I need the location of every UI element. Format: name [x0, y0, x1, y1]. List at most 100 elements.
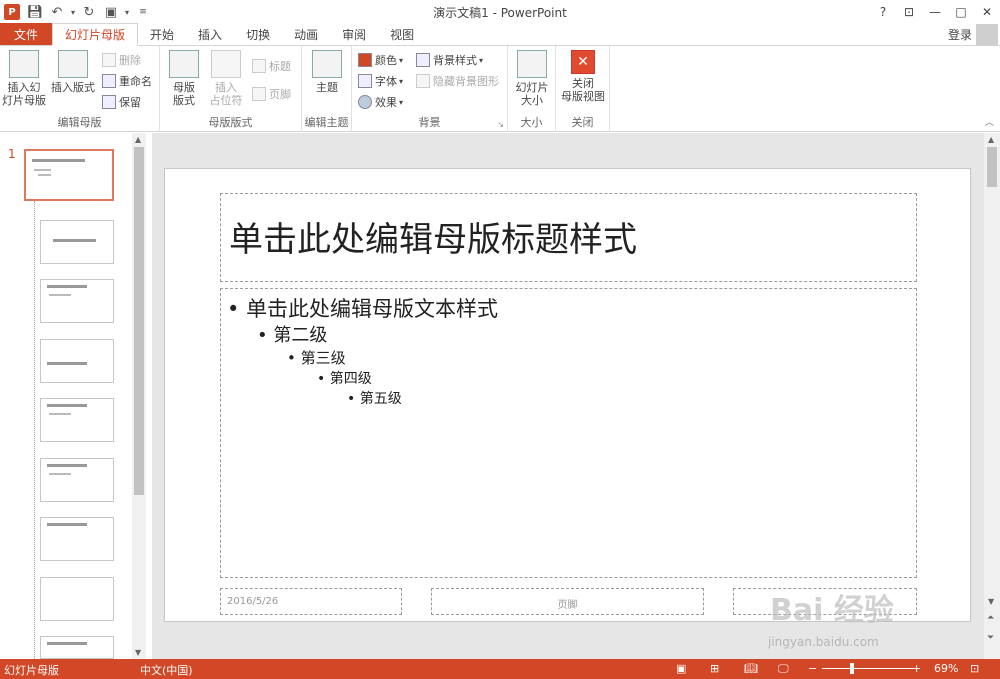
scrollbar-thumb[interactable] [987, 147, 997, 187]
checkbox-icon [416, 74, 430, 88]
zoom-in-icon[interactable]: + [912, 662, 921, 675]
title-placeholder[interactable]: 单击此处编辑母版标题样式 [220, 193, 917, 282]
scroll-up-icon[interactable]: ▲ [135, 135, 141, 144]
status-bar: 幻灯片母版 中文(中国) ▣ ⊞ 📖︎ 🖵︎ − + 69% ⊡ [0, 659, 1000, 679]
fonts-icon [358, 74, 372, 88]
checkbox-icon [252, 59, 266, 73]
slide-size-button[interactable]: 幻灯片 大小 [512, 50, 552, 107]
help-button[interactable]: ? [870, 0, 896, 24]
title-checkbox[interactable]: 标题 [252, 57, 291, 75]
reading-view-icon[interactable]: 📖︎ [744, 662, 758, 675]
rename-button[interactable]: 重命名 [102, 72, 152, 90]
level-4-text: 第四级 [329, 371, 372, 387]
hide-background-label: 隐藏背景图形 [433, 75, 499, 88]
ribbon-display-button[interactable]: ⊡ [896, 0, 922, 24]
scroll-down-icon[interactable]: ▼ [988, 597, 994, 606]
fonts-button[interactable]: 字体 ▾ [358, 72, 403, 90]
tab-slide-master[interactable]: 幻灯片母版 [52, 23, 139, 46]
insert-slide-master-icon [9, 50, 39, 78]
canvas-scrollbar[interactable]: ▲ ▼ ⏶ ⏷ [984, 133, 1000, 659]
slideshow-icon[interactable]: 🖵︎ [778, 662, 789, 676]
group-size: 幻灯片 大小 大小 [508, 46, 556, 132]
status-language[interactable]: 中文(中国) [140, 662, 193, 678]
collapse-ribbon-icon[interactable]: ︿ [985, 115, 994, 128]
thumbnail-layout[interactable] [40, 636, 114, 659]
delete-label: 删除 [119, 54, 141, 67]
watermark-logo: Bai 经验 [770, 593, 894, 628]
preserve-button[interactable]: 保留 [102, 93, 141, 111]
tab-review[interactable]: 审阅 [330, 23, 378, 45]
slide-sorter-icon[interactable]: ⊞ [710, 662, 719, 675]
scroll-up-icon[interactable]: ▲ [988, 135, 994, 144]
zoom-level[interactable]: 69% [934, 662, 958, 675]
minimize-button[interactable]: — [922, 0, 948, 24]
close-master-view-button[interactable]: ✕ 关闭 母版视图 [559, 50, 607, 103]
watermark-url: jingyan.baidu.com [768, 635, 879, 649]
next-slide-icon[interactable]: ⏷ [987, 633, 994, 643]
bullet-level-1[interactable]: • 单击此处编辑母版文本样式 [227, 293, 498, 323]
previous-slide-icon[interactable]: ⏶ [987, 613, 994, 623]
thumbnail-layout[interactable] [40, 220, 114, 264]
scrollbar-thumb[interactable] [134, 147, 144, 495]
scroll-down-icon[interactable]: ▼ [135, 648, 141, 657]
group-label: 背景 [418, 116, 441, 129]
tab-animations[interactable]: 动画 [282, 23, 330, 45]
fit-to-window-icon[interactable]: ⊡ [970, 662, 979, 675]
thumbnail-layout[interactable] [40, 339, 114, 383]
footer-placeholder[interactable]: 页脚 [431, 588, 704, 615]
title-bar: P 💾︎ ↶ ▾ ↻ ▣ ▾ ≡ 演示文稿1 - PowerPoint ? ⊡ … [0, 0, 1000, 24]
insert-layout-button[interactable]: 插入版式 [50, 50, 96, 94]
insert-placeholder-button[interactable]: 插入 占位符 [204, 50, 248, 107]
bullet-level-4[interactable]: • 第四级 [317, 368, 372, 388]
delete-icon [102, 53, 116, 67]
thumbnail-master[interactable] [24, 149, 114, 201]
login-link[interactable]: 登录 [948, 26, 972, 43]
thumbnail-scrollbar[interactable]: ▲ ▼ [132, 133, 146, 659]
colors-icon [358, 53, 372, 67]
slide-size-icon [517, 50, 547, 78]
master-layout-button[interactable]: 母版 版式 [168, 50, 200, 107]
tab-file[interactable]: 文件 [0, 23, 53, 45]
delete-button[interactable]: 删除 [102, 51, 141, 69]
effects-label: 效果 [375, 96, 397, 109]
thumbnail-layout[interactable] [40, 398, 114, 442]
colors-button[interactable]: 颜色 ▾ [358, 51, 403, 69]
group-master-layout: 母版 版式 插入 占位符 标题 页脚 母版版式 [160, 46, 302, 132]
window-controls: ? ⊡ — □ ✕ [870, 0, 1000, 24]
slide-title[interactable]: 单击此处编辑母版标题样式 [229, 212, 637, 261]
tab-transitions[interactable]: 切换 [234, 23, 282, 45]
insert-layout-label: 插入版式 [51, 81, 95, 94]
maximize-button[interactable]: □ [948, 0, 974, 24]
slide-number: 1 [8, 147, 16, 161]
footer-checkbox[interactable]: 页脚 [252, 85, 291, 103]
background-styles-button[interactable]: 背景样式 ▾ [416, 51, 483, 69]
normal-view-icon[interactable]: ▣ [676, 662, 686, 675]
close-button[interactable]: ✕ [974, 0, 1000, 24]
bullet-level-2[interactable]: • 第二级 [257, 321, 327, 347]
date-placeholder[interactable]: 2016/5/26 [220, 588, 402, 615]
tab-view[interactable]: 视图 [378, 23, 426, 45]
tab-insert[interactable]: 插入 [186, 23, 234, 45]
rename-icon [102, 74, 116, 88]
bullet-level-5[interactable]: • 第五级 [347, 388, 402, 408]
themes-button[interactable]: 主题 [311, 50, 343, 94]
zoom-slider-knob[interactable] [850, 663, 855, 674]
hide-background-checkbox[interactable]: 隐藏背景图形 [416, 72, 499, 90]
thumbnail-layout[interactable] [40, 577, 114, 621]
body-placeholder[interactable]: • 单击此处编辑母版文本样式 • 第二级 • 第三级 • 第四级 • 第五级 [220, 288, 917, 578]
effects-icon [358, 95, 372, 109]
effects-button[interactable]: 效果 ▾ [358, 93, 403, 111]
thumbnail-layout[interactable] [40, 517, 114, 561]
bullet-level-3[interactable]: • 第三级 [287, 347, 346, 368]
thumbnail-layout[interactable] [40, 279, 114, 323]
avatar[interactable] [976, 24, 998, 46]
group-label: 母版版式 [208, 116, 253, 129]
thumbnail-pane: 1 ▲ ▼ [0, 133, 148, 659]
thumbnail-layout[interactable] [40, 458, 114, 502]
themes-label: 主题 [316, 81, 338, 94]
zoom-slider[interactable] [822, 668, 914, 669]
tab-home[interactable]: 开始 [138, 23, 186, 45]
zoom-out-icon[interactable]: − [808, 662, 817, 675]
insert-slide-master-button[interactable]: 插入幻 灯片母版 [2, 50, 46, 107]
dialog-launcher-icon[interactable]: ↘ [497, 120, 504, 129]
